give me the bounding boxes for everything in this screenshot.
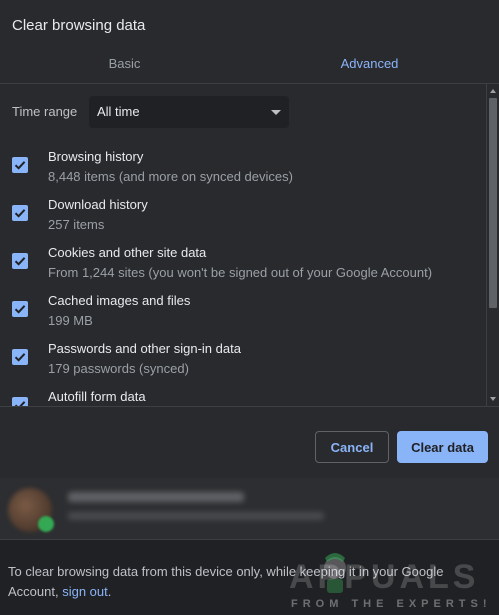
item-title: Browsing history: [48, 149, 144, 164]
account-row: [0, 478, 499, 540]
scroll-down-arrow-icon[interactable]: [490, 397, 496, 401]
scroll-up-arrow-icon[interactable]: [490, 89, 496, 93]
item-description: 199 MB: [48, 313, 93, 328]
item-cookies[interactable]: Cookies and other site data From 1,244 s…: [0, 245, 486, 293]
item-description: 179 passwords (synced): [48, 361, 189, 376]
checkbox-browsing-history[interactable]: [12, 157, 28, 173]
tab-bar: Basic Advanced: [0, 44, 499, 84]
cancel-button[interactable]: Cancel: [315, 431, 389, 463]
checkbox-passwords[interactable]: [12, 349, 28, 365]
item-browsing-history[interactable]: Browsing history 8,448 items (and more o…: [0, 149, 486, 197]
checkmark-icon: [14, 353, 26, 362]
clear-browsing-data-dialog: Clear browsing data Basic Advanced Time …: [0, 0, 499, 478]
checkbox-cookies[interactable]: [12, 253, 28, 269]
checkbox-download-history[interactable]: [12, 205, 28, 221]
dialog-content: Time range All time Browsing history 8,4…: [0, 84, 486, 406]
checkbox-cached-images[interactable]: [12, 301, 28, 317]
time-range-select[interactable]: All time: [89, 96, 289, 128]
item-title: Cached images and files: [48, 293, 191, 308]
time-range-label: Time range: [12, 104, 78, 119]
sign-out-link[interactable]: sign out: [62, 584, 108, 599]
clear-data-button[interactable]: Clear data: [397, 431, 488, 463]
item-title: Autofill form data: [48, 389, 146, 404]
item-passwords[interactable]: Passwords and other sign-in data 179 pas…: [0, 341, 486, 389]
tab-basic[interactable]: Basic: [0, 44, 249, 83]
item-download-history[interactable]: Download history 257 items: [0, 197, 486, 245]
content-scrollbar[interactable]: [486, 84, 499, 406]
checkmark-icon: [14, 401, 26, 406]
blurred-account-name: [68, 492, 244, 502]
tab-advanced[interactable]: Advanced: [245, 44, 494, 83]
item-title: Passwords and other sign-in data: [48, 341, 241, 356]
item-autofill[interactable]: Autofill form data: [0, 389, 486, 406]
item-title: Cookies and other site data: [48, 245, 207, 260]
time-range-value: All time: [97, 104, 140, 119]
checkmark-icon: [14, 305, 26, 314]
scroll-thumb[interactable]: [489, 98, 497, 308]
item-description: From 1,244 sites (you won't be signed ou…: [48, 265, 433, 280]
checkmark-icon: [14, 257, 26, 266]
dialog-footer: Cancel Clear data: [0, 406, 499, 478]
blurred-account-email: [68, 512, 324, 520]
item-title: Download history: [48, 197, 148, 212]
item-description: 257 items: [48, 217, 105, 232]
checkmark-icon: [14, 209, 26, 218]
dropdown-arrow-icon: [271, 110, 281, 115]
checkbox-autofill[interactable]: [12, 397, 28, 406]
sync-badge-icon: [38, 516, 54, 532]
item-description: 8,448 items (and more on synced devices): [48, 169, 293, 184]
item-cached-images[interactable]: Cached images and files 199 MB: [0, 293, 486, 341]
info-text-end: .: [107, 584, 112, 599]
sign-out-info: To clear browsing data from this device …: [8, 562, 488, 602]
checkmark-icon: [14, 161, 26, 170]
dialog-title: Clear browsing data: [12, 17, 146, 34]
